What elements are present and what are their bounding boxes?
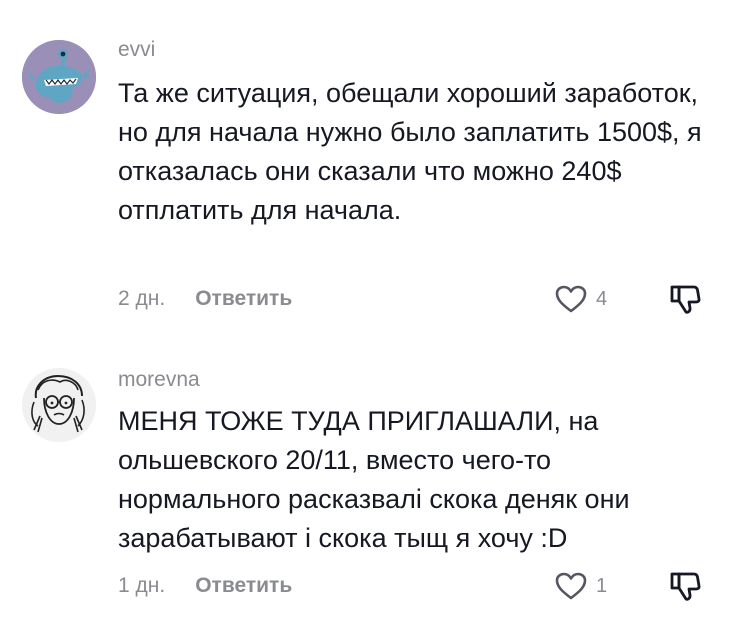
like-count: 4	[596, 287, 608, 310]
reply-button[interactable]: Ответить	[195, 574, 292, 598]
comment-text: МЕНЯ ТОЖЕ ТУДА ПРИГЛАШАЛИ, на ольшевског…	[118, 406, 630, 553]
comment-time: 2 дн.	[118, 287, 166, 310]
dislike-button[interactable]	[668, 569, 702, 603]
comment-item: morevna МЕНЯ ТОЖЕ ТУДА ПРИГЛАШАЛИ, на ол…	[0, 330, 732, 630]
heart-outline-icon	[555, 285, 587, 313]
reply-button[interactable]: Ответить	[195, 287, 292, 311]
dislike-button[interactable]	[668, 282, 702, 316]
avatar[interactable]	[22, 368, 96, 442]
like-button[interactable]: 1	[554, 571, 607, 601]
comment-meta: 1 дн. Ответить	[118, 571, 292, 601]
comment-time: 1 дн.	[118, 574, 166, 597]
comment-item: evvi Та же ситуация, обещали хороший зар…	[0, 0, 732, 330]
avatar[interactable]	[22, 40, 96, 114]
username[interactable]: morevna	[118, 368, 200, 392]
username[interactable]: evvi	[118, 38, 155, 62]
blue-monster-avatar-icon	[22, 40, 96, 114]
sketch-face-avatar-icon	[22, 368, 96, 442]
like-button[interactable]: 4	[554, 284, 607, 314]
comment-text: Та же ситуация, обещали хороший заработо…	[118, 78, 702, 225]
thumbs-down-icon	[670, 285, 701, 314]
thumbs-down-icon	[670, 572, 701, 601]
heart-outline-icon	[555, 572, 587, 600]
like-count: 1	[596, 574, 608, 597]
comment-meta: 2 дн. Ответить	[118, 284, 292, 314]
